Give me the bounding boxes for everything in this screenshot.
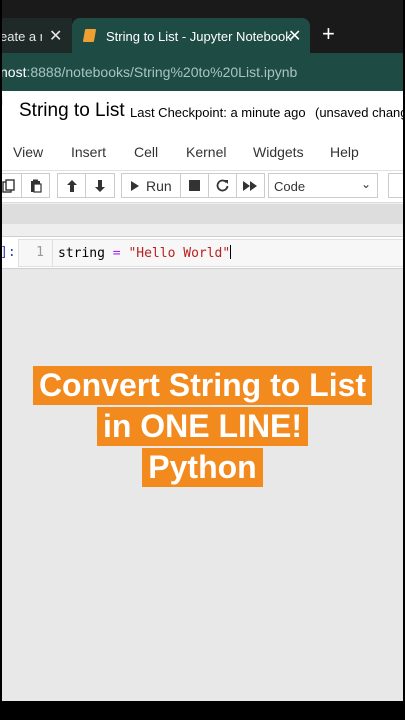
browser-tab-inactive[interactable]: eate a n ✕ <box>0 18 72 53</box>
clipboard-group <box>0 173 50 198</box>
menu-cell[interactable]: Cell <box>134 144 158 160</box>
caption-line-3: Python <box>142 448 263 487</box>
arrow-up-icon <box>66 179 77 192</box>
browser-tab-strip: eate a n ✕ String to List - Jupyter Note… <box>0 0 405 53</box>
fast-forward-icon <box>243 180 258 191</box>
paste-button[interactable] <box>22 173 50 198</box>
move-down-button[interactable] <box>86 173 115 198</box>
notebook-header: ⁱ String to List Last Checkpoint: a minu… <box>0 91 405 133</box>
move-group <box>57 173 115 198</box>
caption-line-2: in ONE LINE! <box>96 407 309 446</box>
restart-button[interactable] <box>208 173 237 198</box>
code-cell[interactable]: ]: 1 string = "Hello World" <box>0 236 405 269</box>
unsaved-status: (unsaved chang <box>315 105 405 120</box>
restart-icon <box>216 179 229 192</box>
play-icon <box>131 180 139 191</box>
menu-bar: View Insert Cell Kernel Widgets Help <box>0 133 405 171</box>
url-host: nost <box>0 64 27 80</box>
screen: eate a n ✕ String to List - Jupyter Note… <box>0 0 405 720</box>
run-group: Run <box>121 173 265 198</box>
code-string-literal: "Hello World" <box>128 246 231 261</box>
cell-type-value: Code <box>274 179 306 194</box>
url-text[interactable]: nost:8888/notebooks/String%20to%20List.i… <box>0 64 297 80</box>
letterbox-left <box>0 0 2 720</box>
stop-icon <box>188 180 200 191</box>
toolbar-spacer <box>0 204 405 224</box>
notebook-title[interactable]: String to List <box>19 100 125 122</box>
chevron-down-icon: ⌄ <box>360 177 371 191</box>
notebook-toolbar: Run Code ⌄ <box>0 171 405 203</box>
tab-title: eate a n <box>0 29 42 44</box>
copy-button[interactable] <box>0 173 22 198</box>
checkpoint-status: Last Checkpoint: a minute ago <box>130 105 306 120</box>
run-label: Run <box>146 177 172 194</box>
line-number: 1 <box>36 245 44 260</box>
video-caption: Convert String to List in ONE LINE! Pyth… <box>0 366 405 489</box>
cell-prompt: ]: <box>0 245 16 260</box>
restart-run-all-button[interactable] <box>236 173 265 198</box>
browser-tab-active[interactable]: String to List - Jupyter Notebook ✕ <box>72 18 310 53</box>
code-operator: = <box>112 246 121 261</box>
cell-editor[interactable]: 1 string = "Hello World" <box>18 239 405 267</box>
code-variable: string <box>58 246 105 261</box>
tab-title: String to List - Jupyter Notebook <box>106 29 292 44</box>
caption-line-1: Convert String to List <box>32 366 373 405</box>
interrupt-button[interactable] <box>180 173 209 198</box>
text-cursor <box>230 245 232 259</box>
cell-type-select[interactable]: Code ⌄ <box>268 173 378 198</box>
arrow-down-icon <box>95 179 105 192</box>
paste-icon <box>30 179 42 193</box>
menu-kernel[interactable]: Kernel <box>186 144 226 160</box>
move-up-button[interactable] <box>57 173 86 198</box>
close-tab-icon[interactable]: ✕ <box>49 26 62 46</box>
new-tab-button[interactable]: + <box>322 23 335 45</box>
notebook-favicon-icon <box>82 29 97 42</box>
url-path: :8888/notebooks/String%20to%20List.ipynb <box>26 64 298 80</box>
menu-widgets[interactable]: Widgets <box>253 144 304 160</box>
menu-view[interactable]: View <box>13 144 43 160</box>
address-bar[interactable]: nost:8888/notebooks/String%20to%20List.i… <box>0 53 405 91</box>
code-line[interactable]: string = "Hello World" <box>58 245 232 261</box>
close-tab-icon[interactable]: ✕ <box>288 26 301 46</box>
menu-insert[interactable]: Insert <box>71 144 106 160</box>
copy-icon <box>2 178 15 193</box>
run-button[interactable]: Run <box>121 173 181 198</box>
menu-help[interactable]: Help <box>330 144 359 160</box>
line-gutter: 1 <box>19 240 53 266</box>
letterbox-bottom <box>0 701 405 720</box>
